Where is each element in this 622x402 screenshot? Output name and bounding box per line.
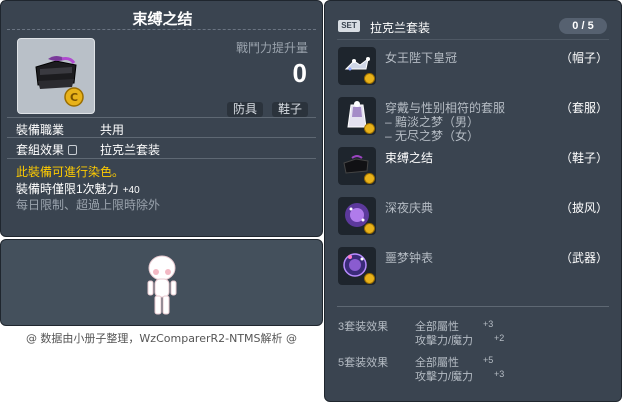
set-item-overall[interactable]: 穿戴与性别相符的套服 （套服） – 黯淡之梦（男） – 无尽之梦（女） <box>338 97 613 143</box>
charm-value: +40 <box>122 185 140 196</box>
svg-text:C: C <box>70 91 78 104</box>
set-item-category: （套服） <box>559 101 608 115</box>
set-item-shoes[interactable]: 束缚之结 （鞋子） <box>338 147 613 187</box>
set-item-name: 束缚之结 <box>385 151 434 165</box>
cape-slot <box>338 197 376 235</box>
set-effect-3: 3套装效果 全部屬性 +3 攻擊力/魔力 +2 <box>338 318 613 352</box>
set-item-category: （披风） <box>559 201 608 215</box>
tag-armor: 防具 <box>227 102 264 117</box>
character-preview <box>0 239 323 326</box>
effect-stat: 攻擊力/魔力 <box>415 371 474 383</box>
divider <box>7 137 316 138</box>
effect-value: +5 <box>483 355 494 365</box>
lock-icon <box>68 144 78 155</box>
character-avatar <box>147 255 177 315</box>
set-item-category: （武器） <box>559 251 608 265</box>
coin-icon <box>364 73 375 84</box>
set-item-category: （帽子） <box>559 51 608 65</box>
job-label: 裝備職業 <box>16 123 65 137</box>
divider <box>7 117 316 118</box>
set-name: 拉克兰套装 <box>370 21 431 35</box>
item-icon-frame: C <box>17 38 95 114</box>
coin-icon <box>364 173 375 184</box>
credit-note: @ 数据由小册子整理，WzComparerR2-NTMS解析 @ <box>25 332 298 345</box>
tag-shoes: 鞋子 <box>272 102 309 117</box>
set-count: 0 / 5 <box>559 18 607 34</box>
divider <box>7 158 316 159</box>
overall-slot <box>338 97 376 135</box>
set-effect-5: 5套装效果 全部屬性 +5 攻擊力/魔力 +3 <box>338 354 613 388</box>
set-item-category: （鞋子） <box>559 151 608 165</box>
set-item-weapon[interactable]: 噩梦钟表 （武器） <box>338 247 613 287</box>
set-item-sub: – 无尽之梦（女） <box>385 129 480 143</box>
set-item-name: 深夜庆典 <box>385 201 434 215</box>
set-item-name: 噩梦钟表 <box>385 251 434 265</box>
divider <box>337 39 609 40</box>
effect-value: +3 <box>494 369 505 379</box>
set-panel: SET 拉克兰套装 0 / 5 女王陛下皇冠 （帽子） 穿戴与性别相符的套服 （… <box>324 0 622 402</box>
set-item-name: 女王陛下皇冠 <box>385 51 458 65</box>
coin-icon <box>364 223 375 234</box>
power-label: 戰鬥力提升量 <box>235 41 308 55</box>
limit-note: 每日限制、超過上限時除外 <box>16 198 161 212</box>
set-item-cape[interactable]: 深夜庆典 （披风） <box>338 197 613 237</box>
effect-stat: 攻擊力/魔力 <box>415 335 474 347</box>
set-item-crown[interactable]: 女王陛下皇冠 （帽子） <box>338 47 613 87</box>
set-label: 套組效果 <box>16 143 65 157</box>
coin-icon <box>364 123 375 134</box>
set-badge: SET <box>338 20 360 32</box>
dye-note: 此裝備可進行染色。 <box>16 165 125 179</box>
charm-note: 裝備時僅限1次魅力 <box>16 182 119 196</box>
power-value: 0 <box>292 58 307 88</box>
shoes-slot <box>338 147 376 185</box>
crown-slot <box>338 47 376 85</box>
weapon-slot <box>338 247 376 285</box>
set-value: 拉克兰套装 <box>100 143 161 157</box>
item-title: 束缚之结 <box>132 11 193 28</box>
set-label-wrap: 套組效果 <box>16 141 78 158</box>
shoe-knot-icon: C <box>35 56 84 107</box>
effect-label: 5套装效果 <box>338 357 389 369</box>
effect-label: 3套装效果 <box>338 321 389 333</box>
divider <box>7 29 316 30</box>
item-tooltip: 束缚之结 C 戰鬥力提升量 0 防具 鞋子 裝備職業 共用 套組效果 拉克兰套装… <box>0 0 323 237</box>
charm-line: 裝備時僅限1次魅力 +40 <box>16 180 140 197</box>
divider <box>337 306 609 307</box>
coin-icon <box>364 273 375 284</box>
effect-value: +2 <box>494 333 505 343</box>
effect-value: +3 <box>483 319 494 329</box>
job-value: 共用 <box>100 123 125 137</box>
